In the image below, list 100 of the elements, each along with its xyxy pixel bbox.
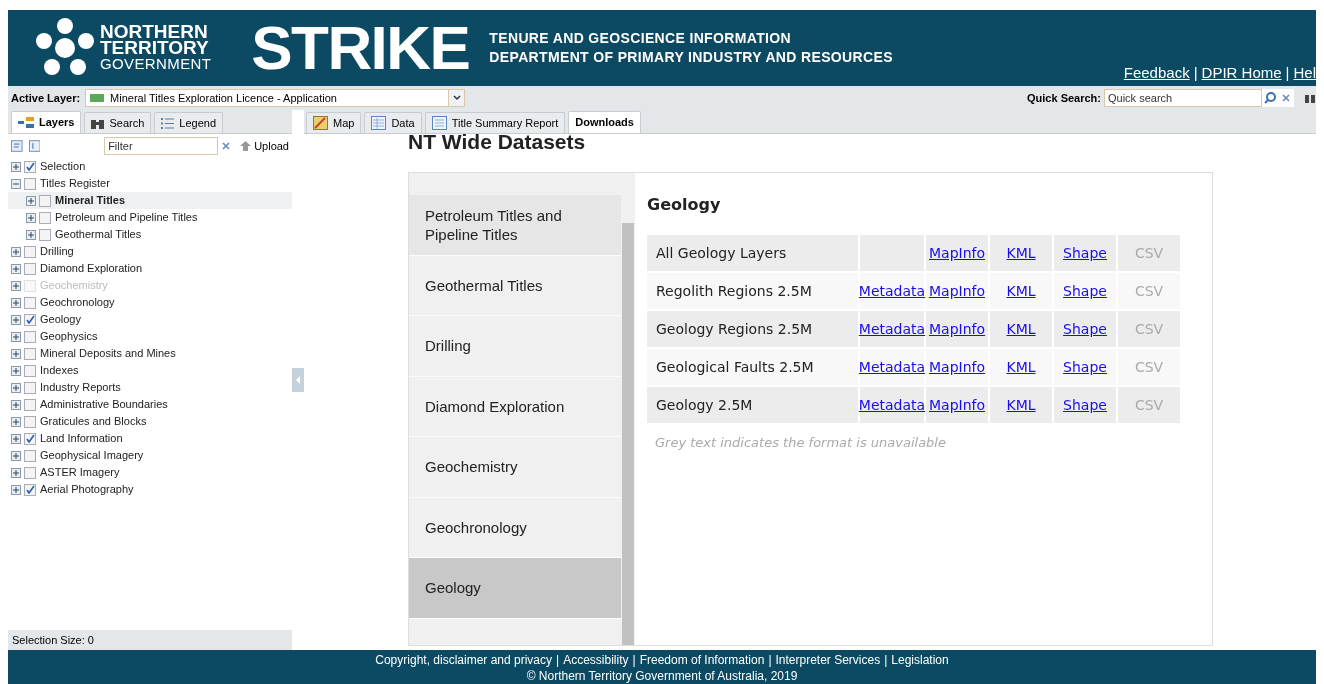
header-link[interactable]: DPIR Home — [1201, 61, 1282, 84]
layer-label[interactable]: Petroleum and Pipeline Titles — [55, 209, 198, 226]
checkbox[interactable] — [24, 415, 36, 428]
layer-label[interactable]: Industry Reports — [40, 379, 121, 396]
layer-label[interactable]: Geology — [40, 311, 81, 328]
tree-row[interactable]: Petroleum and Pipeline Titles — [8, 209, 292, 226]
checkbox[interactable] — [24, 245, 36, 258]
tab[interactable]: Map — [306, 112, 362, 133]
expander-icon[interactable] — [11, 297, 21, 308]
footer-link[interactable]: Accessibility — [563, 652, 629, 668]
layer-label[interactable]: Diamond Exploration — [40, 260, 143, 277]
footer-link[interactable]: Freedom of Information — [639, 652, 765, 668]
checkbox[interactable] — [24, 381, 36, 394]
layer-label[interactable]: Drilling — [40, 243, 74, 260]
layer-label[interactable]: Geochronology — [40, 294, 115, 311]
layer-label[interactable]: Graticules and Blocks — [40, 413, 147, 430]
search-icon[interactable] — [1263, 91, 1277, 105]
expander-icon[interactable] — [11, 331, 21, 342]
expander-icon[interactable] — [11, 314, 21, 325]
footer-link[interactable]: Interpreter Services — [775, 652, 881, 668]
tree-row[interactable]: Graticules and Blocks — [8, 413, 292, 430]
tab[interactable]: Legend — [154, 112, 224, 133]
upload-button[interactable]: Upload — [240, 137, 289, 155]
collapse-handle-icon[interactable] — [292, 368, 304, 392]
tree-row[interactable]: Geophysics — [8, 328, 292, 345]
layer-label[interactable]: Administrative Boundaries — [40, 396, 168, 413]
checkbox[interactable] — [24, 483, 36, 496]
tree-row[interactable]: Selection — [8, 158, 292, 175]
expander-icon[interactable] — [11, 484, 21, 495]
expander-icon[interactable] — [11, 450, 21, 461]
quick-search-field[interactable]: Quick search — [1104, 89, 1262, 107]
expander-icon[interactable] — [26, 229, 36, 240]
tree-row[interactable]: Land Information — [8, 430, 292, 447]
checkbox[interactable] — [24, 364, 36, 377]
layer-label[interactable]: Land Information — [40, 430, 123, 447]
expander-icon[interactable] — [11, 365, 21, 376]
footer-link[interactable]: Legislation — [891, 652, 949, 668]
category-item[interactable]: Geology — [409, 558, 621, 619]
expander-icon[interactable] — [11, 416, 21, 427]
expander-icon[interactable] — [11, 382, 21, 393]
checkbox[interactable] — [24, 160, 36, 173]
expander-icon[interactable] — [11, 433, 21, 444]
tree-row[interactable]: Geochronology — [8, 294, 292, 311]
tab[interactable]: Title Summary Report — [424, 112, 566, 133]
tree-row[interactable]: Mineral Titles — [8, 192, 292, 209]
expander-icon[interactable] — [11, 263, 21, 274]
checkbox[interactable] — [24, 466, 36, 479]
expander-icon[interactable] — [11, 348, 21, 359]
tab[interactable]: Layers — [11, 111, 82, 133]
tree-row[interactable]: Drilling — [8, 243, 292, 260]
clear-icon[interactable] — [221, 141, 232, 151]
expand-all-icon[interactable] — [11, 140, 23, 152]
tree-row[interactable]: Titles Register — [8, 175, 292, 192]
tab[interactable]: Search — [84, 112, 152, 133]
checkbox[interactable] — [24, 296, 36, 309]
tree-row[interactable]: Aerial Photography — [8, 481, 292, 498]
tree-row[interactable]: Diamond Exploration — [8, 260, 292, 277]
tree-row[interactable]: Mineral Deposits and Mines — [8, 345, 292, 362]
layer-label[interactable]: Geophysical Imagery — [40, 447, 144, 464]
checkbox[interactable] — [24, 347, 36, 360]
filter-field[interactable]: Filter — [104, 137, 219, 155]
footer-link[interactable]: Copyright, disclaimer and privacy — [375, 652, 553, 668]
tab[interactable]: Downloads — [568, 111, 641, 133]
checkbox[interactable] — [24, 432, 36, 445]
layer-label[interactable]: Mineral Deposits and Mines — [40, 345, 176, 362]
checkbox[interactable] — [24, 449, 36, 462]
collapse-all-icon[interactable] — [28, 140, 41, 152]
expander-icon[interactable] — [11, 178, 21, 189]
header-link[interactable]: Feedback — [1123, 61, 1190, 84]
tree-row[interactable]: Indexes — [8, 362, 292, 379]
checkbox[interactable] — [24, 262, 36, 275]
tree-row[interactable]: Administrative Boundaries — [8, 396, 292, 413]
layer-label[interactable]: ASTER Imagery — [40, 464, 120, 481]
clear-icon[interactable] — [1280, 92, 1292, 104]
tree-row[interactable]: Geothermal Titles — [8, 226, 292, 243]
tab[interactable]: Data — [364, 112, 422, 133]
expander-icon[interactable] — [11, 467, 21, 478]
tree-row[interactable]: Geology — [8, 311, 292, 328]
tree-row[interactable]: Geophysical Imagery — [8, 447, 292, 464]
expander-icon[interactable] — [26, 212, 36, 223]
checkbox[interactable] — [24, 313, 36, 326]
checkbox[interactable] — [39, 228, 51, 241]
layer-label[interactable]: Mineral Titles — [55, 192, 126, 209]
tree-row[interactable]: Industry Reports — [8, 379, 292, 396]
header-link[interactable]: Hel — [1293, 61, 1316, 84]
layer-label[interactable]: Indexes — [40, 362, 79, 379]
checkbox[interactable] — [24, 177, 36, 190]
layer-label[interactable]: Titles Register — [40, 175, 110, 192]
layer-label[interactable]: Geophysics — [40, 328, 98, 345]
expander-icon[interactable] — [11, 161, 21, 172]
expander-icon[interactable] — [11, 246, 21, 257]
active-layer-dropdown[interactable]: Mineral Titles Exploration Licence - Application — [85, 89, 466, 107]
dropdown-caret-icon[interactable] — [448, 90, 465, 106]
checkbox[interactable] — [24, 330, 36, 343]
checkbox[interactable] — [39, 211, 51, 224]
layer-label[interactable]: Geothermal Titles — [55, 226, 142, 243]
layer-label[interactable]: Aerial Photography — [40, 481, 134, 498]
tree-row[interactable]: ASTER Imagery — [8, 464, 292, 481]
layer-label[interactable]: Selection — [40, 158, 86, 175]
checkbox[interactable] — [39, 194, 51, 207]
